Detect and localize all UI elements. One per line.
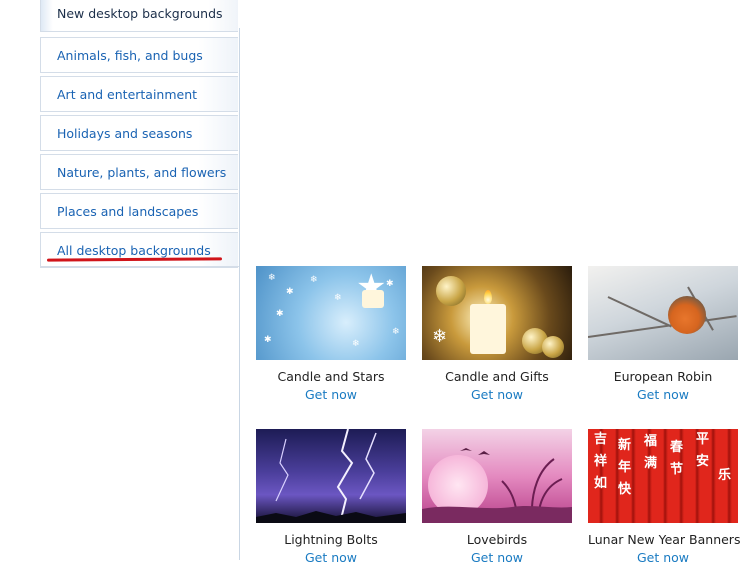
thumbnail-candle-and-gifts[interactable]: ❄ [422, 266, 572, 360]
gallery-card-lunar-new-year-banners: 吉 祥 如 新 年 快 福 满 春 节 平 安 乐 Lunar New Year… [588, 429, 741, 565]
sidebar-item-all-desktop-backgrounds[interactable]: All desktop backgrounds [40, 232, 238, 268]
sidebar-item-label: Places and landscapes [57, 204, 199, 219]
sidebar-item-places-landscapes[interactable]: Places and landscapes [40, 193, 238, 229]
sidebar-item-label: All desktop backgrounds [57, 243, 211, 258]
sidebar-item-art-entertainment[interactable]: Art and entertainment [40, 76, 238, 112]
get-now-link[interactable]: Get now [588, 387, 738, 402]
sidebar-divider [40, 266, 240, 267]
get-now-link[interactable]: Get now [422, 387, 572, 402]
card-title: European Robin [613, 369, 713, 384]
gallery-card-lovebirds: Lovebirds Get now [422, 429, 572, 565]
card-title: Lovebirds [466, 532, 528, 547]
card-title: Candle and Stars [277, 369, 385, 384]
sidebar-item-label: Nature, plants, and flowers [57, 165, 227, 180]
thumbnail-lunar-new-year-banners[interactable]: 吉 祥 如 新 年 快 福 满 春 节 平 安 乐 [588, 429, 738, 523]
thumbnail-european-robin[interactable] [588, 266, 738, 360]
sidebar-item-animals-fish-bugs[interactable]: Animals, fish, and bugs [40, 37, 238, 73]
card-title: Lunar New Year Banners [588, 532, 741, 547]
gallery-card-candle-and-gifts: ❄ Candle and Gifts Get now [422, 266, 572, 402]
sidebar-item-label: Animals, fish, and bugs [57, 48, 203, 63]
gallery-card-european-robin: European Robin Get now [588, 266, 738, 402]
sidebar-item-nature-plants-flowers[interactable]: Nature, plants, and flowers [40, 154, 238, 190]
thumbnail-lovebirds[interactable] [422, 429, 572, 523]
get-now-link[interactable]: Get now [256, 550, 406, 565]
thumbnail-candle-and-stars[interactable]: ❄ ✱ ❄ ✱ ❄ ✱ ❄ ✱ ❄ ★ [256, 266, 406, 360]
sidebar-item-label: Art and entertainment [57, 87, 198, 102]
get-now-link[interactable]: Get now [422, 550, 572, 565]
gallery-card-lightning-bolts: Lightning Bolts Get now [256, 429, 406, 565]
card-title: Candle and Gifts [445, 369, 549, 384]
sidebar-item-new-desktop-backgrounds[interactable]: New desktop backgrounds [40, 0, 238, 32]
sidebar-item-label: Holidays and seasons [57, 126, 193, 141]
thumbnail-lightning-bolts[interactable] [256, 429, 406, 523]
content-divider [239, 28, 240, 560]
get-now-link[interactable]: Get now [588, 550, 738, 565]
sidebar-item-holidays-seasons[interactable]: Holidays and seasons [40, 115, 238, 151]
card-title: Lightning Bolts [284, 532, 378, 547]
get-now-link[interactable]: Get now [256, 387, 406, 402]
sidebar-item-label: New desktop backgrounds [57, 6, 223, 21]
gallery-card-candle-and-stars: ❄ ✱ ❄ ✱ ❄ ✱ ❄ ✱ ❄ ★ Candle and Stars Get… [256, 266, 406, 402]
